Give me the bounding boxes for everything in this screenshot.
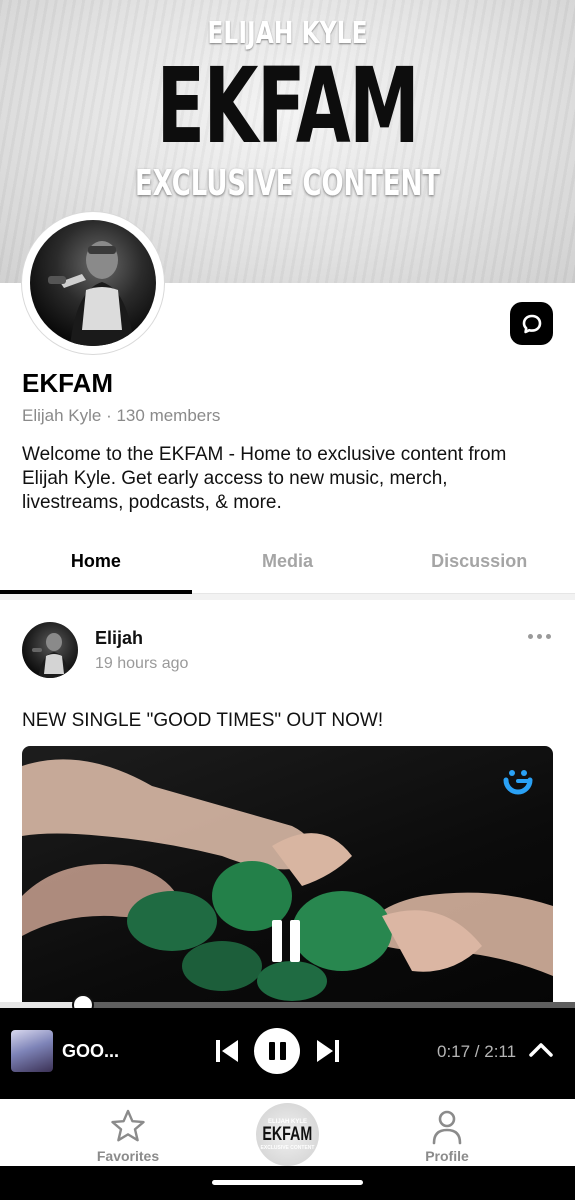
brand-badge-icon: [500, 764, 536, 800]
group-chat-button[interactable]: [510, 302, 553, 345]
nav-profile-label: Profile: [425, 1148, 469, 1164]
nav-logo-subtitle: EXCLUSIVE CONTENT: [260, 1144, 315, 1151]
tab-home[interactable]: Home: [0, 536, 192, 594]
video-pause-button[interactable]: [272, 920, 302, 962]
group-meta: Elijah Kyle · 130 members: [22, 406, 221, 425]
group-title: EKFAM: [22, 368, 113, 398]
post-timestamp: 19 hours ago: [95, 655, 189, 672]
mini-player: GOO... 0:17 / 2:11: [0, 1008, 575, 1099]
player-pause-button[interactable]: [254, 1028, 300, 1074]
pause-bar: [272, 920, 282, 962]
player-expand-button[interactable]: [528, 1039, 554, 1061]
post-text: NEW SINGLE "GOOD TIMES" OUT NOW!: [22, 710, 384, 731]
post-video[interactable]: [22, 746, 553, 1008]
nav-profile[interactable]: Profile: [392, 1099, 502, 1166]
skip-previous-icon: [216, 1040, 238, 1062]
group-tabs: Home Media Discussion: [0, 536, 575, 594]
previous-track-button[interactable]: [214, 1038, 242, 1064]
banner-subtitle: EXCLUSIVE CONTENT: [134, 163, 441, 204]
pause-bar: [290, 920, 300, 962]
nav-favorites[interactable]: Favorites: [73, 1099, 183, 1166]
post-author-name[interactable]: Elijah: [95, 628, 143, 649]
banner-title: EKFAM: [156, 45, 420, 167]
more-dot-icon: [545, 633, 551, 639]
bottom-navigation: Favorites ELIJAH KYLE EKFAM EXCLUSIVE CO…: [0, 1099, 575, 1166]
player-time: 0:17 / 2:11: [437, 1042, 517, 1061]
person-icon: [432, 1110, 462, 1145]
next-track-button[interactable]: [313, 1038, 341, 1064]
group-avatar-image: [30, 220, 156, 346]
group-avatar[interactable]: [22, 212, 164, 354]
pause-bar: [268, 1042, 275, 1060]
post-more-options-button[interactable]: [524, 626, 554, 646]
skip-next-icon: [317, 1040, 339, 1062]
nav-home-group-logo[interactable]: ELIJAH KYLE EKFAM EXCLUSIVE CONTENT: [256, 1103, 319, 1166]
more-dot-icon: [536, 633, 542, 639]
tab-media[interactable]: Media: [192, 536, 384, 593]
chat-bubble-icon: [522, 314, 541, 333]
player-track-title[interactable]: GOO...: [62, 1041, 119, 1062]
group-description: Welcome to the EKFAM - Home to exclusive…: [22, 444, 507, 513]
star-icon: [111, 1109, 145, 1142]
tab-discussion[interactable]: Discussion: [383, 536, 575, 593]
nav-favorites-label: Favorites: [96, 1148, 160, 1164]
pause-bar: [279, 1042, 286, 1060]
home-indicator[interactable]: [212, 1180, 363, 1185]
chevron-up-icon: [529, 1043, 553, 1057]
post-author-avatar[interactable]: [22, 622, 78, 678]
player-artwork[interactable]: [11, 1030, 53, 1072]
more-dot-icon: [527, 633, 533, 639]
nav-logo-title: EKFAM: [262, 1123, 313, 1145]
